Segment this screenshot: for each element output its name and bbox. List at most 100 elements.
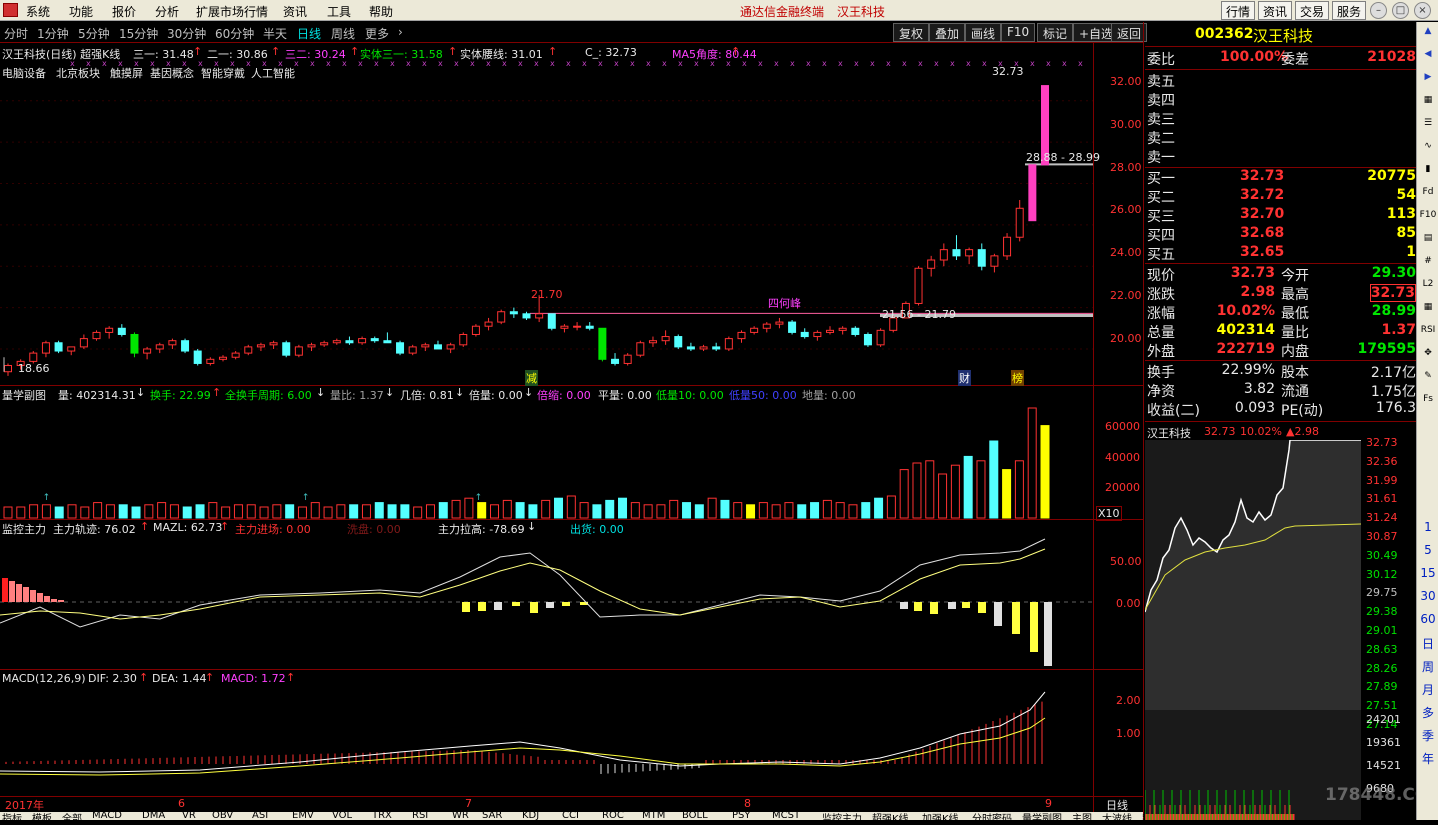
chart-icon[interactable]: ∿ [1419,141,1437,159]
period-daily[interactable]: 日线 [297,25,321,42]
indicator-tab[interactable]: OBV [212,810,233,821]
tab-news-button[interactable]: 资讯 [1258,1,1293,20]
overlay-button[interactable]: 叠加 [929,23,966,42]
indicator-tab[interactable]: BOLL [682,810,708,821]
period-1min[interactable]: 1分钟 [37,25,69,42]
volume-chart[interactable]: ↑ ↑ ↑ [0,405,1093,519]
indicator-tab[interactable]: VR [182,810,196,821]
period-60min[interactable]: 60分钟 [215,25,254,42]
indicator-tab[interactable]: 量学副图 [1022,810,1062,825]
period-halfday[interactable]: 半天 [263,25,287,42]
sidebar-period-5[interactable]: 日 [1419,635,1437,653]
candlestick-chart[interactable]: xxxxxxxxxxxxxxxxxxxxxxxxxxxxxxxxxxxxxxxx… [0,60,1093,385]
period-15min[interactable]: 15分钟 [119,25,158,42]
sidebar-period-10[interactable]: 年 [1419,750,1437,768]
menu-item-ext-market[interactable]: 扩展市场行情 [196,3,268,20]
indicator-tab[interactable]: SAR [482,810,502,821]
sidebar-period-1[interactable]: 5 [1419,543,1437,561]
arrow-up-icon[interactable]: ▲ [1419,26,1437,44]
sidebar-period-9[interactable]: 季 [1419,727,1437,745]
macd-chart[interactable] [0,686,1093,796]
indicator-tab[interactable]: ROC [602,810,624,821]
buy-row[interactable]: 买四 32.68 85 [1145,225,1416,244]
close-icon[interactable]: × [1414,2,1431,19]
indicator-tab[interactable]: MTM [642,810,665,821]
buy-row[interactable]: 买五 32.65 1 [1145,244,1416,263]
sidebar-period-8[interactable]: 多 [1419,704,1437,722]
buy-row[interactable]: 买二 32.72 54 [1145,187,1416,206]
level-icon[interactable]: L2 [1419,279,1437,297]
indicator-tab[interactable]: MACD [92,810,122,821]
event-finance-badge[interactable]: 财 [958,370,971,386]
intraday-mini-chart[interactable] [1145,440,1361,820]
chevron-right-icon[interactable]: › [398,25,403,39]
indicator-tab[interactable]: KDJ [522,810,539,821]
arrow-left-icon[interactable]: ◀ [1419,49,1437,67]
tab-trade-button[interactable]: 交易 [1295,1,1330,20]
period-weekly[interactable]: 周线 [331,25,355,42]
sidebar-period-0[interactable]: 1 [1419,520,1437,538]
adjust-button[interactable]: 复权 [893,23,930,42]
buy-row[interactable]: 买三 32.70 113 [1145,206,1416,225]
period-fenshi[interactable]: 分时 [4,25,28,42]
indicator-tab[interactable]: 主图 [1072,810,1092,825]
table-icon[interactable]: ▦ [1419,95,1437,113]
period-more[interactable]: 更多 [365,25,389,42]
draw-button[interactable]: 画线 [965,23,1002,42]
sidebar-period-4[interactable]: 60 [1419,612,1437,630]
period-30min[interactable]: 30分钟 [167,25,206,42]
menu-item-system[interactable]: 系统 [26,3,50,20]
f10-icon[interactable]: F10 [1419,210,1437,228]
menu-item-news[interactable]: 资讯 [283,3,307,20]
tab-market-button[interactable]: 行情 [1221,1,1256,20]
indicator-tab[interactable]: 大波线 [1102,810,1132,825]
indicator-tab[interactable]: DMA [142,810,165,821]
indicator-tab[interactable]: 模板 [32,810,52,825]
sell-row[interactable]: 卖三 [1145,109,1416,128]
menu-item-quote[interactable]: 报价 [112,3,136,20]
indicator-tab[interactable]: MCST [772,810,800,821]
indicator-tab[interactable]: WR [452,810,469,821]
monitor-chart[interactable] [0,535,1093,669]
list-icon[interactable]: ☰ [1419,118,1437,136]
sell-row[interactable]: 卖一 [1145,147,1416,166]
candle-icon[interactable]: ▮ [1419,164,1437,182]
hash-icon[interactable]: # [1419,256,1437,274]
indicator-tab[interactable]: 全部 [62,810,82,825]
menu-item-help[interactable]: 帮助 [369,3,393,20]
back-button[interactable]: 返回 [1111,23,1148,42]
fund-icon[interactable]: Fd [1419,187,1437,205]
event-rank-badge[interactable]: 榜 [1011,370,1024,386]
f10-button[interactable]: F10 [1001,23,1036,42]
sidebar-period-3[interactable]: 30 [1419,589,1437,607]
grid-icon[interactable]: ▤ [1419,233,1437,251]
indicator-tab[interactable]: VOL [332,810,352,821]
indicator-tab[interactable]: RSI [412,810,428,821]
indicator-tab[interactable]: 分时密码 [972,810,1012,825]
event-reduce-badge[interactable]: 减 [525,370,538,386]
pencil-icon[interactable]: ✎ [1419,371,1437,389]
indicator-tab[interactable]: 加强K线 [922,810,959,825]
tab-service-button[interactable]: 服务 [1332,1,1367,20]
indicator-tab[interactable]: ASI [252,810,268,821]
indicator-tab[interactable]: 监控主力 [822,810,862,825]
indicator-tab[interactable]: TRX [372,810,392,821]
sell-row[interactable]: 卖五 [1145,71,1416,90]
minimize-icon[interactable]: – [1370,2,1387,19]
arrow-right-icon[interactable]: ▶ [1419,72,1437,90]
indicator-tab[interactable]: PSY [732,810,751,821]
buy-row[interactable]: 买一 32.73 20775 [1145,168,1416,187]
chart2-icon[interactable]: ▦ [1419,302,1437,320]
fs-icon[interactable]: Fs [1419,394,1437,412]
rsi-icon[interactable]: RSI [1419,325,1437,343]
menu-item-analysis[interactable]: 分析 [155,3,179,20]
up-icon[interactable]: ✥ [1419,348,1437,366]
indicator-tab[interactable]: 超强K线 [872,810,909,825]
period-5min[interactable]: 5分钟 [78,25,110,42]
sidebar-period-6[interactable]: 周 [1419,658,1437,676]
maximize-icon[interactable]: □ [1392,2,1409,19]
sidebar-period-2[interactable]: 15 [1419,566,1437,584]
sell-row[interactable]: 卖四 [1145,90,1416,109]
mark-button[interactable]: 标记 [1037,23,1074,42]
indicator-tab[interactable]: CCI [562,810,579,821]
